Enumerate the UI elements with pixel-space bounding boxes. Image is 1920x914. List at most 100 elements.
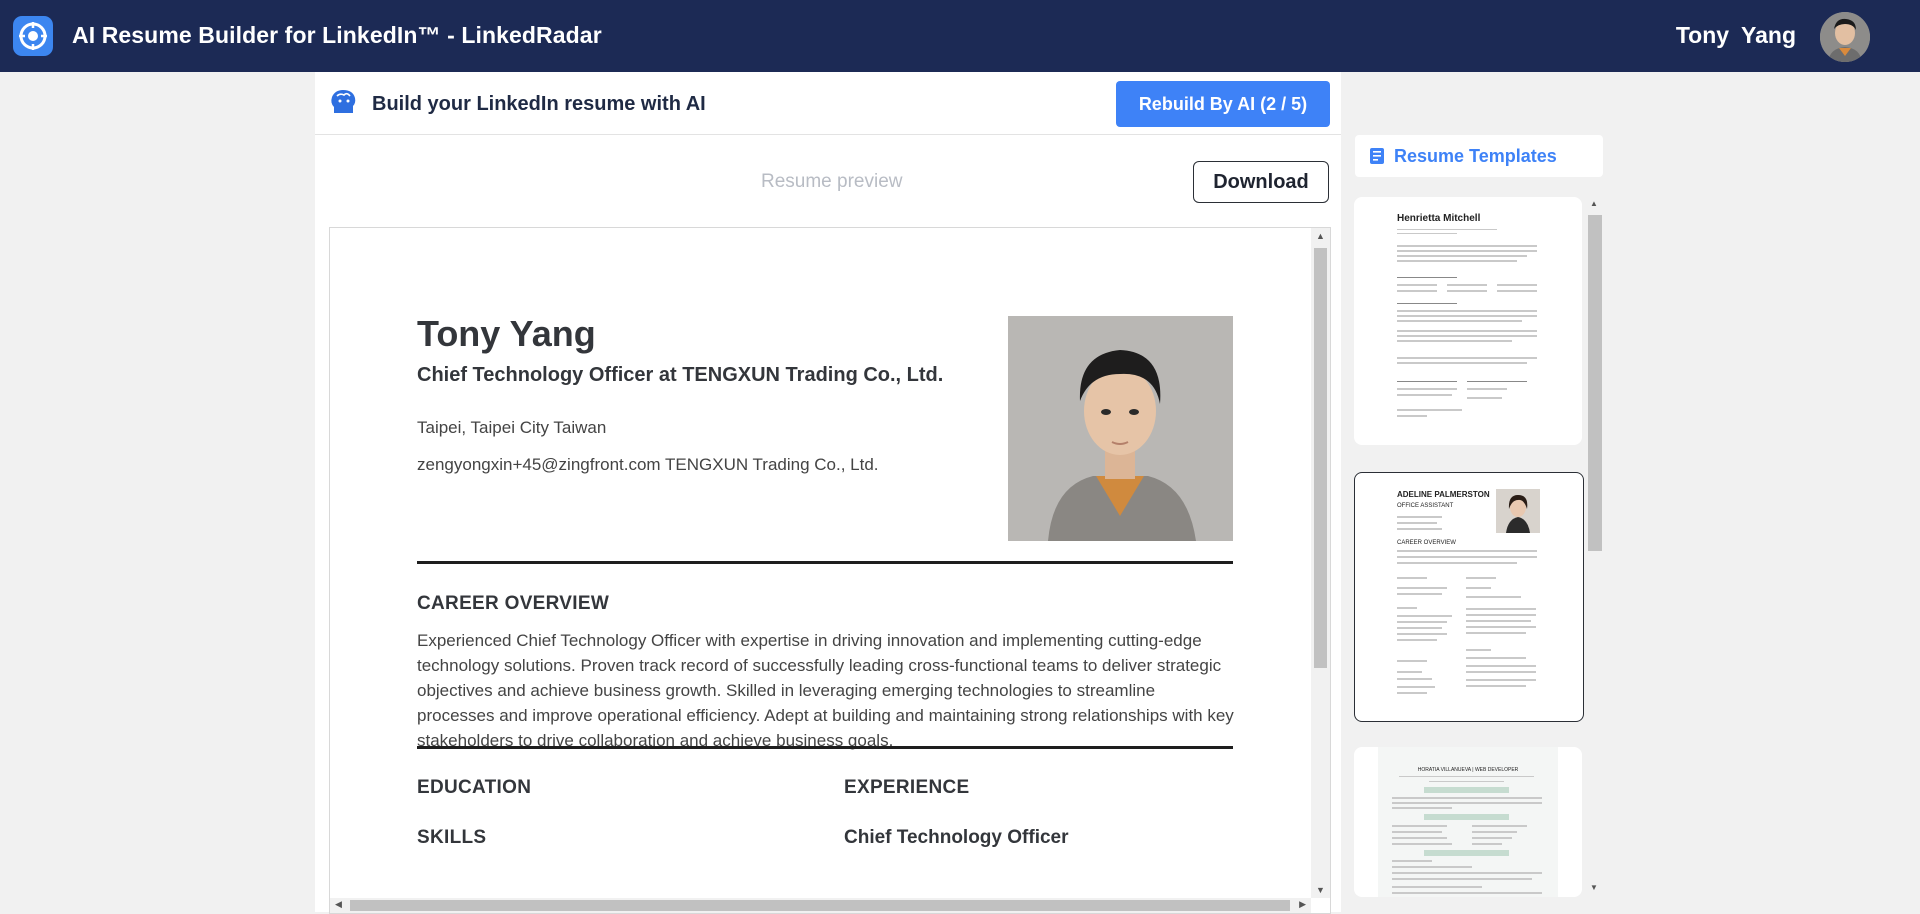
scroll-up-icon[interactable]: ▲ <box>1316 231 1325 241</box>
template-line <box>1397 315 1537 317</box>
user-name[interactable]: Tony Yang <box>1676 22 1796 49</box>
template-line <box>1447 290 1487 292</box>
template-line <box>1466 577 1496 579</box>
template-card-3[interactable]: HORATIA VILLANUEVA | WEB DEVELOPER <box>1354 747 1582 897</box>
template-line <box>1397 633 1447 635</box>
education-heading: EDUCATION <box>417 777 532 798</box>
templates-title: Resume Templates <box>1394 146 1557 166</box>
template-line <box>1397 660 1427 662</box>
template-line <box>1397 686 1435 688</box>
template-line <box>1397 528 1442 530</box>
template-line <box>1392 866 1472 868</box>
resume-name: Tony Yang <box>417 313 596 354</box>
template-section-heading: CAREER OVERVIEW <box>1397 540 1456 546</box>
resume-location: Taipei, Taipei City Taiwan <box>417 418 607 437</box>
template-line <box>1466 608 1536 610</box>
template-line <box>1392 892 1542 894</box>
template-line <box>1472 837 1512 839</box>
template-line <box>1397 593 1442 595</box>
template-name: ADELINE PALMERSTON <box>1397 490 1490 499</box>
template-line <box>1397 627 1442 629</box>
template-line <box>1397 394 1452 396</box>
builder-panel: Build your LinkedIn resume with AI Rebui… <box>315 72 1341 914</box>
template-line <box>1397 284 1437 286</box>
template-line <box>1466 679 1536 681</box>
template-line <box>1392 802 1542 804</box>
template-card-1[interactable]: Henrietta Mitchell <box>1354 197 1582 445</box>
template-line <box>1397 260 1517 262</box>
template-line <box>1397 357 1537 359</box>
template-line <box>1392 878 1532 880</box>
scroll-left-icon[interactable]: ◀ <box>335 899 342 910</box>
template-line <box>1397 229 1497 230</box>
template-line <box>1397 335 1537 337</box>
template-line <box>1397 250 1537 252</box>
scroll-right-icon[interactable]: ▶ <box>1299 899 1306 910</box>
template-line <box>1392 837 1447 839</box>
template-line <box>1466 596 1521 598</box>
template-line <box>1392 831 1442 833</box>
app-title: AI Resume Builder for LinkedIn™ - Linked… <box>72 22 602 48</box>
scrollbar-thumb[interactable] <box>1588 215 1602 551</box>
template-name: Henrietta Mitchell <box>1397 213 1481 224</box>
template-line <box>1397 522 1437 524</box>
template-line <box>1397 692 1427 694</box>
template-line <box>1466 620 1531 622</box>
templates-scrollbar[interactable]: ▲ ▼ <box>1586 197 1602 894</box>
career-overview-heading: CAREER OVERVIEW <box>417 593 610 614</box>
scrollbar-thumb[interactable] <box>1314 248 1327 668</box>
template-line <box>1399 776 1534 777</box>
template-line <box>1466 665 1536 667</box>
top-bar: AI Resume Builder for LinkedIn™ - Linked… <box>0 0 1920 72</box>
resume-document: Tony Yang Chief Technology Officer at TE… <box>330 228 1310 898</box>
document-icon <box>1369 147 1385 170</box>
rebuild-by-ai-button[interactable]: Rebuild By AI (2 / 5) <box>1116 81 1330 127</box>
template-line <box>1397 639 1437 641</box>
template-line <box>1397 678 1432 680</box>
template-line <box>1397 233 1457 234</box>
ai-head-icon <box>328 87 360 119</box>
template-line <box>1472 831 1517 833</box>
preview-horizontal-scrollbar[interactable]: ◀ ▶ <box>330 898 1311 913</box>
template-line <box>1447 284 1487 286</box>
template-line <box>1466 632 1526 634</box>
template-line <box>1392 825 1447 827</box>
app-logo-icon[interactable] <box>13 16 53 56</box>
template-line <box>1397 245 1537 247</box>
template-line <box>1392 886 1482 888</box>
template-line <box>1397 320 1522 322</box>
template-line <box>1397 340 1512 342</box>
template-line <box>1397 255 1527 257</box>
template-line <box>1392 807 1452 809</box>
avatar[interactable] <box>1820 12 1870 62</box>
template-line <box>1397 303 1457 304</box>
builder-heading: Build your LinkedIn resume with AI <box>372 93 706 115</box>
scroll-down-icon[interactable]: ▼ <box>1590 883 1598 892</box>
template-line <box>1397 330 1537 332</box>
scroll-up-icon[interactable]: ▲ <box>1590 199 1598 208</box>
template-line <box>1392 797 1542 799</box>
download-button[interactable]: Download <box>1193 161 1329 203</box>
experience-heading: EXPERIENCE <box>844 777 970 798</box>
template-line <box>1397 587 1447 589</box>
scrollbar-thumb[interactable] <box>350 900 1290 911</box>
template-line <box>1429 781 1504 782</box>
builder-header: Build your LinkedIn resume with AI Rebui… <box>315 72 1341 135</box>
preview-vertical-scrollbar[interactable]: ▲ ▼ <box>1311 228 1330 898</box>
resume-preview[interactable]: Tony Yang Chief Technology Officer at TE… <box>329 227 1331 914</box>
template-line <box>1392 872 1542 874</box>
resume-photo <box>1008 316 1233 541</box>
experience-role: Chief Technology Officer <box>844 827 1069 848</box>
template-line <box>1467 397 1502 399</box>
scroll-down-icon[interactable]: ▼ <box>1316 885 1325 895</box>
template-card-2[interactable]: ADELINE PALMERSTON OFFICE ASSISTANT CARE… <box>1354 472 1584 722</box>
template-line <box>1466 671 1536 673</box>
templates-header: Resume Templates <box>1355 135 1603 177</box>
divider <box>417 746 1233 749</box>
resume-contact: zengyongxin+45@zingfront.com TENGXUN Tra… <box>417 455 879 474</box>
template-line <box>1397 277 1457 278</box>
template-line <box>1466 587 1491 589</box>
template-line <box>1424 814 1509 820</box>
template-line <box>1466 657 1526 659</box>
template-line <box>1397 409 1462 411</box>
